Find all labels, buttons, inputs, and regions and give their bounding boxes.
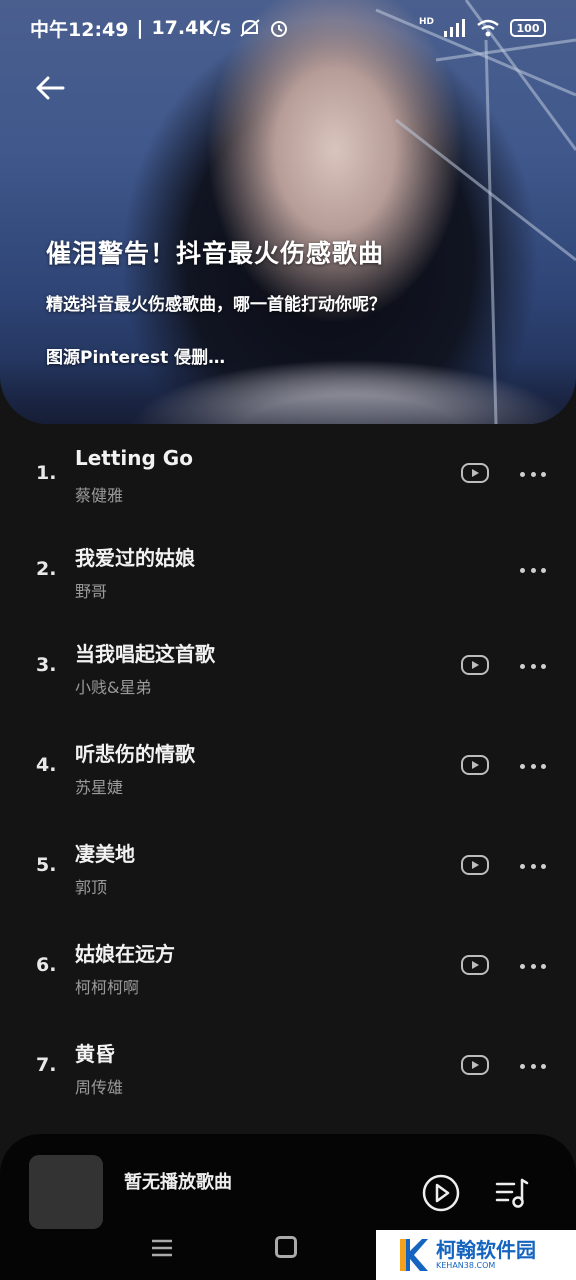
song-row[interactable]: 3. 当我唱起这首歌小贱&星弟 xyxy=(0,616,576,712)
song-artist: 苏星婕 xyxy=(75,778,124,797)
battery-level: 100 xyxy=(516,21,540,35)
playlist-queue-button[interactable] xyxy=(494,1176,530,1210)
play-button[interactable] xyxy=(422,1174,460,1212)
song-title: 凄美地 xyxy=(75,842,135,866)
song-number: 6. xyxy=(36,954,57,976)
song-number: 4. xyxy=(36,754,57,776)
song-row[interactable]: 7. 黄昏周传雄 xyxy=(0,1016,576,1112)
song-number: 7. xyxy=(36,1054,57,1076)
nav-home-button[interactable] xyxy=(275,1236,297,1258)
song-artist: 野哥 xyxy=(75,582,108,601)
mv-play-icon[interactable] xyxy=(460,1054,490,1076)
watermark: 柯翰软件园 KEHAN38.COM xyxy=(376,1230,576,1280)
song-number: 5. xyxy=(36,854,57,876)
watermark-name: 柯翰软件园 xyxy=(436,1238,536,1262)
song-row[interactable]: 5. 凄美地郭顶 xyxy=(0,816,576,912)
wifi-icon xyxy=(477,19,499,37)
mv-play-icon[interactable] xyxy=(460,954,490,976)
status-bar: 中午12:49 | 17.4K/s HD 100 xyxy=(0,0,576,56)
song-artist: 柯柯柯啊 xyxy=(75,978,140,997)
back-button[interactable] xyxy=(30,68,70,108)
watermark-domain: KEHAN38.COM xyxy=(436,1261,496,1270)
song-number: 2. xyxy=(36,558,57,580)
header-image-umbrella xyxy=(375,0,576,424)
battery-icon: 100 xyxy=(510,19,546,37)
song-row[interactable]: 2. 我爱过的姑娘野哥 xyxy=(0,520,576,616)
song-artist: 郭顶 xyxy=(75,878,108,897)
alarm-icon xyxy=(271,21,288,37)
more-options-icon[interactable] xyxy=(520,662,546,670)
status-separator: | xyxy=(136,17,144,39)
more-options-icon[interactable] xyxy=(520,962,546,970)
network-label: HD xyxy=(418,17,434,27)
more-options-icon[interactable] xyxy=(520,1062,546,1070)
status-speed: 17.4K/s xyxy=(151,17,232,39)
more-options-icon[interactable] xyxy=(520,862,546,870)
arrow-left-icon xyxy=(36,76,65,100)
nav-menu-button[interactable] xyxy=(150,1238,174,1258)
signal-icon xyxy=(444,19,465,37)
song-artist: 蔡健雅 xyxy=(75,486,124,505)
playlist-credit[interactable]: 图源Pinterest 侵删… xyxy=(46,343,225,368)
song-title: 听悲伤的情歌 xyxy=(75,742,195,766)
status-time: 中午12:49 xyxy=(30,18,129,41)
song-number: 1. xyxy=(36,462,57,484)
album-cover[interactable] xyxy=(29,1155,103,1229)
mv-play-icon[interactable] xyxy=(460,462,490,484)
song-title: Letting Go xyxy=(75,446,193,470)
song-artist: 周传雄 xyxy=(75,1078,124,1097)
mv-play-icon[interactable] xyxy=(460,654,490,676)
now-playing-text[interactable]: 暂无播放歌曲 xyxy=(124,1168,232,1194)
more-options-icon[interactable] xyxy=(520,566,546,574)
more-options-icon[interactable] xyxy=(520,470,546,478)
song-title: 黄昏 xyxy=(75,1042,115,1066)
mute-icon xyxy=(240,19,260,37)
song-title: 姑娘在远方 xyxy=(75,942,175,966)
song-title: 我爱过的姑娘 xyxy=(75,546,195,570)
song-row[interactable]: 4. 听悲伤的情歌苏星婕 xyxy=(0,716,576,812)
more-options-icon[interactable] xyxy=(520,762,546,770)
watermark-logo-icon xyxy=(400,1239,428,1271)
playlist-header: 中午12:49 | 17.4K/s HD 100 催泪警告！抖音最火伤感歌曲 精… xyxy=(0,0,576,424)
song-artist: 小贱&星弟 xyxy=(75,678,152,697)
song-row[interactable]: 1. Letting Go 蔡健雅 xyxy=(0,424,576,520)
mv-play-icon[interactable] xyxy=(460,754,490,776)
playlist-description: 精选抖音最火伤感歌曲，哪一首能打动你呢？ xyxy=(46,295,386,315)
playlist-title: 催泪警告！抖音最火伤感歌曲 xyxy=(46,239,385,268)
song-row[interactable]: 6. 姑娘在远方柯柯柯啊 xyxy=(0,916,576,1012)
song-title: 当我唱起这首歌 xyxy=(75,642,215,666)
mv-play-icon[interactable] xyxy=(460,854,490,876)
song-number: 3. xyxy=(36,654,57,676)
